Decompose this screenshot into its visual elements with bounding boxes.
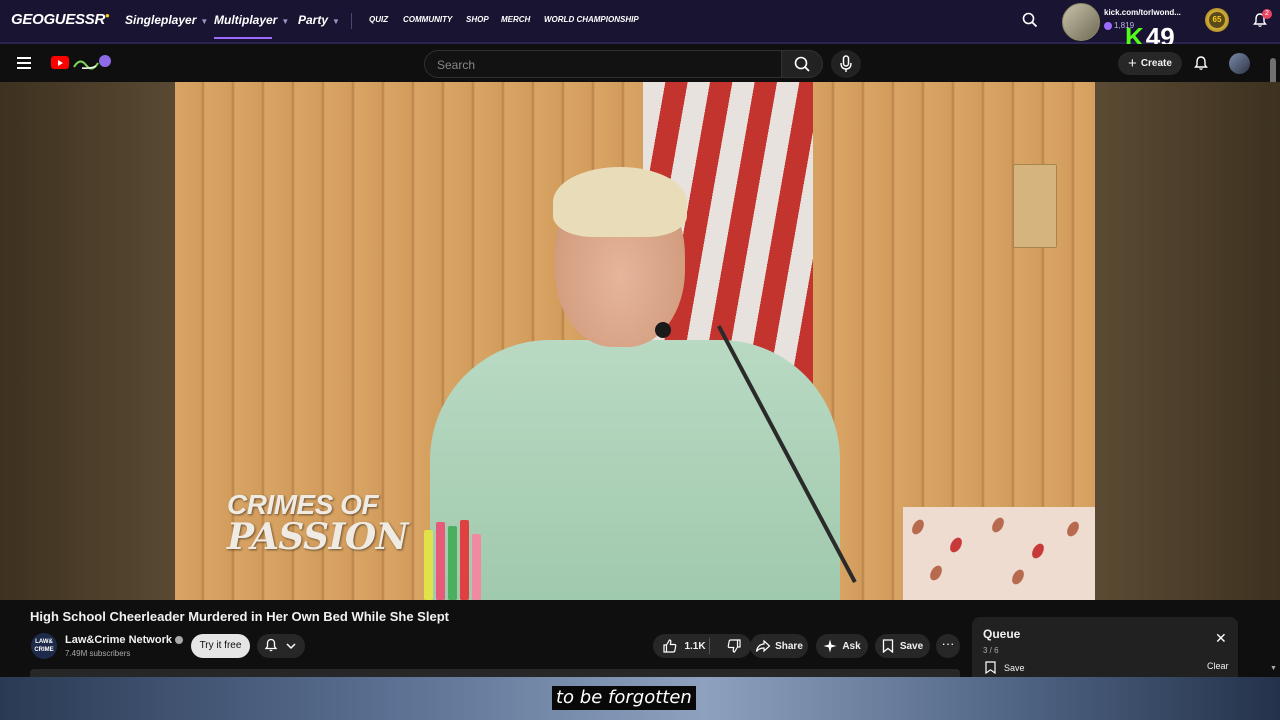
active-nav-indicator	[214, 37, 272, 39]
ask-button[interactable]: Ask	[816, 634, 868, 658]
close-icon[interactable]: ✕	[1215, 631, 1227, 645]
like-count: 1.1K	[684, 640, 706, 652]
decorated-box	[903, 507, 1095, 600]
like-dislike-group: 1.1K	[653, 634, 751, 658]
player-avatar[interactable]	[1062, 3, 1100, 41]
chevron-down-icon: ▼	[332, 17, 340, 26]
queue-position: 3 / 6	[983, 646, 999, 655]
pen-cup	[420, 512, 500, 600]
create-button[interactable]: + Create	[1118, 52, 1182, 75]
player-name[interactable]: kick.com/torlwond...	[1104, 8, 1181, 17]
geoguessr-logo[interactable]: GEOGUESSR●	[11, 11, 110, 28]
search-bar	[424, 50, 781, 78]
nav-world-championship[interactable]: WORLD CHAMPIONSHIP	[544, 15, 639, 24]
voice-search-button[interactable]	[831, 50, 861, 78]
sparkle-icon	[823, 639, 837, 653]
chevron-down-icon: ▼	[200, 17, 209, 26]
subscription-bell-button[interactable]	[257, 634, 305, 658]
queue-panel: Queue 3 / 6 ✕ Save Clear	[972, 617, 1238, 677]
microphone-icon	[840, 55, 852, 72]
bookmark-icon	[882, 639, 893, 653]
share-button[interactable]: Share	[750, 634, 808, 658]
plus-icon: +	[1128, 55, 1137, 72]
share-icon	[755, 639, 771, 653]
scroll-down-arrow-icon[interactable]: ▼	[1270, 665, 1277, 672]
verified-icon	[174, 636, 183, 645]
more-actions-button[interactable]: ···	[936, 634, 960, 658]
like-button[interactable]: 1.1K	[662, 638, 706, 654]
dislike-button[interactable]	[726, 638, 742, 654]
queue-save-button[interactable]: Save	[985, 661, 1025, 674]
nav-divider	[351, 13, 352, 29]
search-input[interactable]	[435, 55, 769, 75]
witness-hair	[553, 167, 687, 237]
level-badge: 65	[1205, 8, 1229, 32]
search-icon[interactable]	[1022, 12, 1038, 28]
menu-icon[interactable]	[17, 57, 31, 69]
like-divider	[709, 638, 710, 654]
subtitle-caption: to be forgotten	[552, 686, 696, 710]
youtube-logo-icon[interactable]	[51, 56, 69, 69]
notifications-bell-icon[interactable]	[1193, 55, 1209, 71]
nav-multiplayer[interactable]: Multiplayer ▼	[214, 13, 289, 27]
nav-quiz[interactable]: QUIZ	[369, 15, 388, 24]
save-button[interactable]: Save	[875, 634, 930, 658]
channel-avatar[interactable]: LAW& CRIME	[31, 633, 57, 659]
subscriber-count: 7.49M subscribers	[65, 649, 131, 658]
search-button[interactable]	[781, 50, 823, 78]
queue-title: Queue	[983, 627, 1021, 641]
nav-merch[interactable]: MERCH	[501, 15, 530, 24]
thumbs-up-icon	[663, 639, 677, 653]
video-watermark: CRIMES OF PASSION	[227, 489, 409, 558]
nav-community[interactable]: COMMUNITY	[403, 15, 452, 24]
account-avatar[interactable]	[1229, 53, 1250, 74]
comments-strip	[30, 669, 960, 677]
nav-singleplayer[interactable]: Singleplayer ▼	[125, 13, 208, 27]
thumbs-down-icon	[727, 639, 741, 653]
chevron-down-icon: ▼	[281, 17, 290, 26]
more-horizontal-icon: ···	[941, 636, 955, 651]
geoguessr-top-bar: GEOGUESSR● Singleplayer ▼ Multiplayer ▼ Pa…	[0, 0, 1280, 44]
nav-party[interactable]: Party ▼	[298, 13, 340, 27]
membership-try-free-button[interactable]: Try it free	[191, 634, 250, 658]
bookmark-icon	[985, 661, 996, 674]
queue-clear-button[interactable]: Clear	[1207, 661, 1229, 671]
notification-count-badge: 2	[1262, 9, 1272, 19]
youtube-doodle-logo[interactable]	[72, 53, 112, 71]
video-title: High School Cheerleader Murdered in Her …	[30, 609, 449, 624]
nav-shop[interactable]: SHOP	[466, 15, 489, 24]
wall-switch-plate	[1013, 164, 1057, 248]
channel-name[interactable]: Law&Crime Network	[65, 634, 183, 646]
video-player[interactable]: CRIMES OF PASSION	[175, 82, 1095, 600]
courtroom-microphone	[655, 322, 671, 338]
coin-icon	[1104, 21, 1112, 30]
